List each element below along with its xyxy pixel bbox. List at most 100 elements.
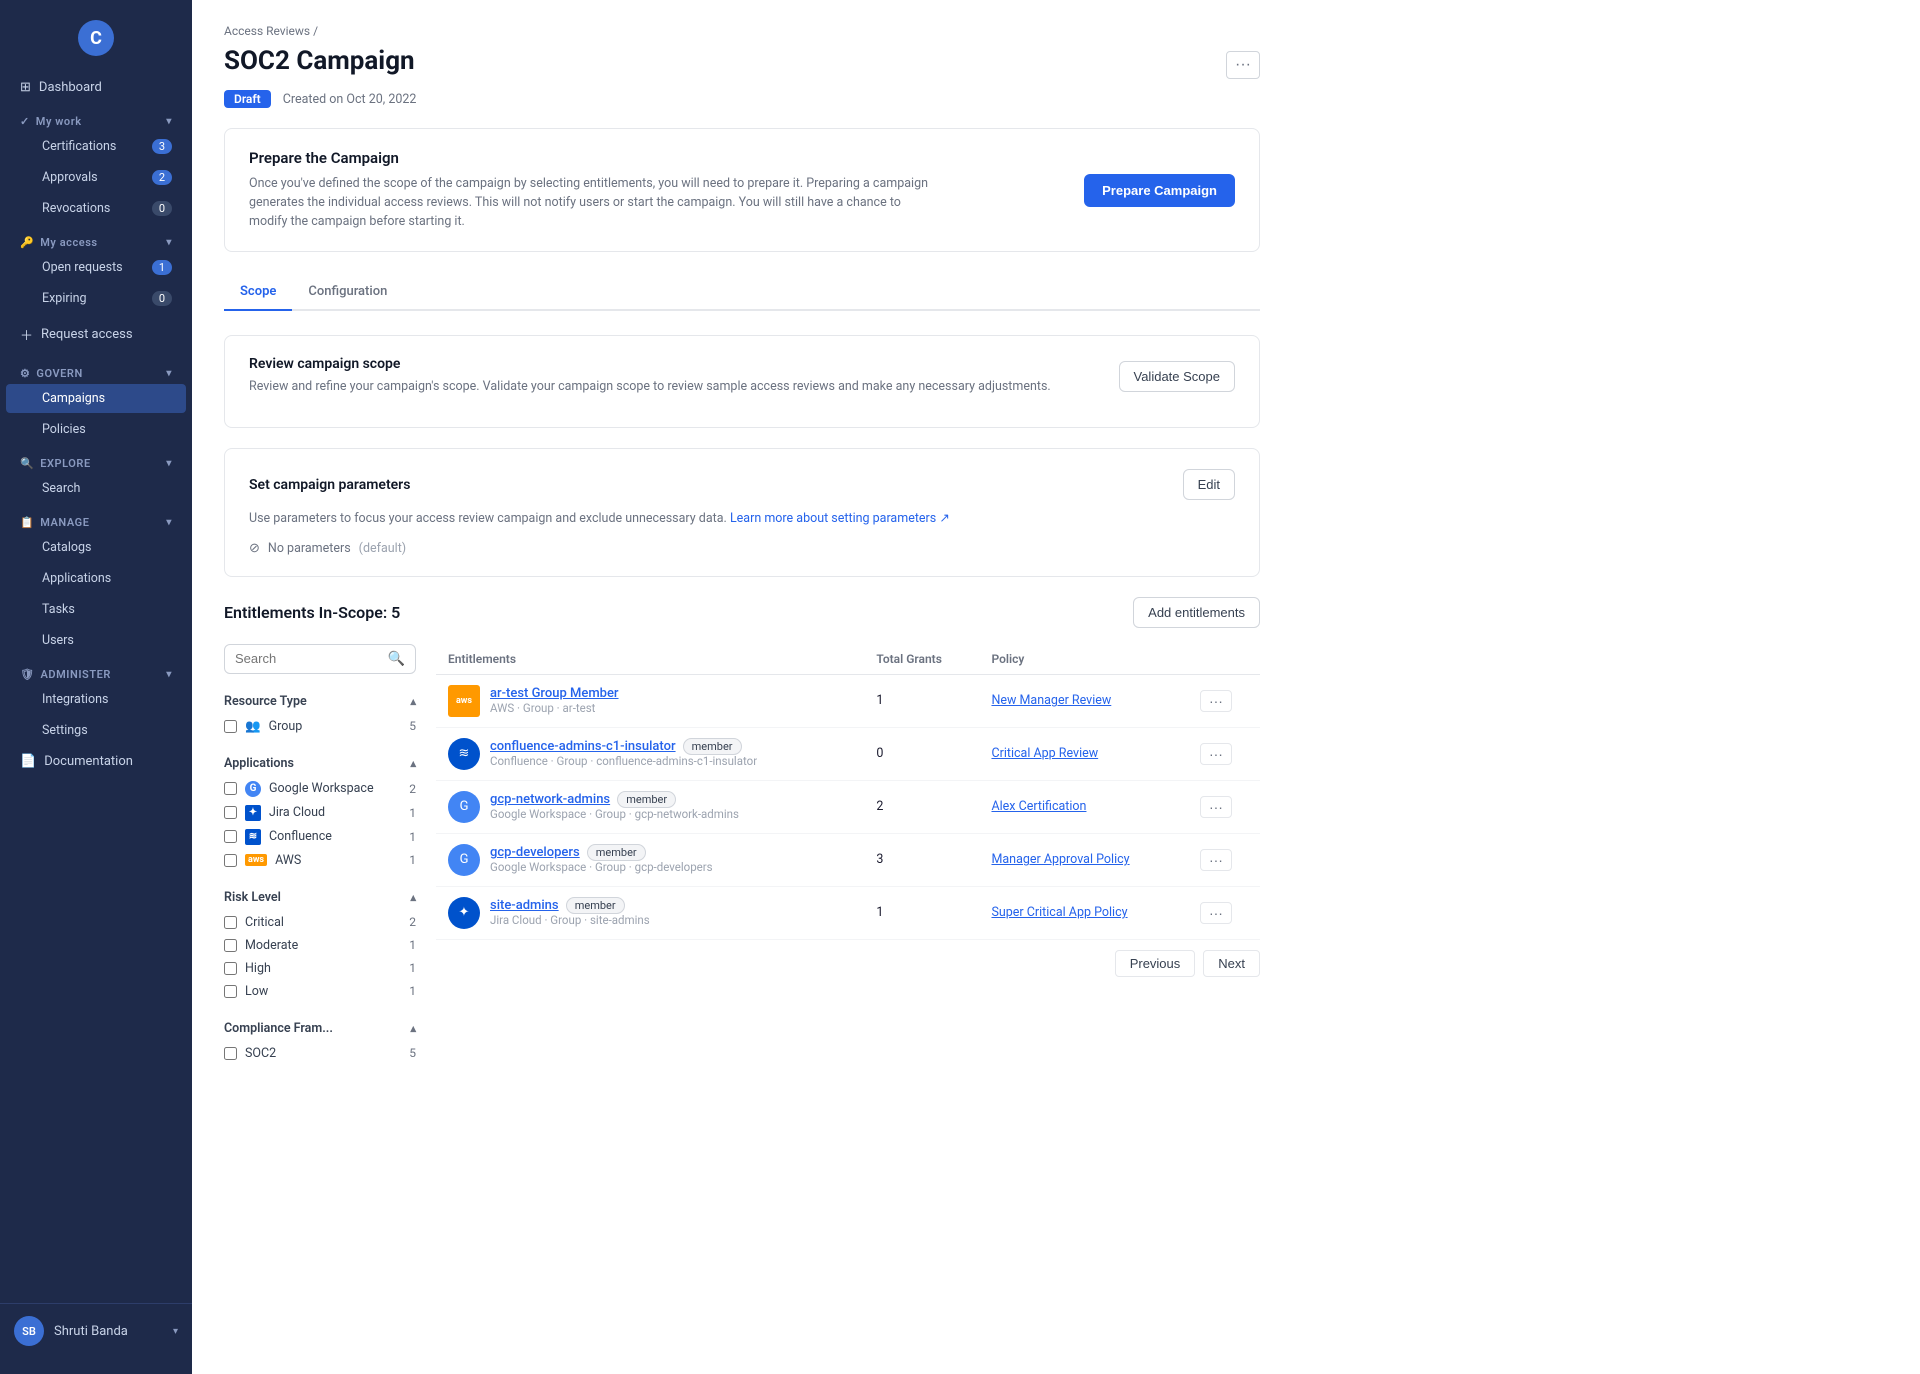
sidebar-group-manage[interactable]: 📋 MANAGE ▾ bbox=[6, 510, 186, 532]
sidebar-item-applications[interactable]: Applications bbox=[6, 564, 186, 593]
prepare-campaign-button[interactable]: Prepare Campaign bbox=[1084, 174, 1235, 207]
sidebar-group-explore[interactable]: 🔍 EXPLORE ▾ bbox=[6, 451, 186, 473]
sidebar-item-certifications[interactable]: Certifications 3 bbox=[6, 132, 186, 161]
sidebar-group-govern[interactable]: ⚙ GOVERN ▾ bbox=[6, 361, 186, 383]
user-profile[interactable]: SB Shruti Banda ▾ bbox=[0, 1303, 192, 1358]
sidebar-item-catalogs[interactable]: Catalogs bbox=[6, 533, 186, 562]
sidebar-group-my-work[interactable]: ✓ My work ▾ bbox=[6, 109, 186, 131]
policy-link[interactable]: Critical App Review bbox=[991, 746, 1098, 761]
filter-group-resource-type-header[interactable]: Resource Type ▴ bbox=[224, 688, 416, 715]
row-actions-cell: ··· bbox=[1188, 833, 1260, 886]
filter-item-jira-cloud[interactable]: ✦ Jira Cloud 1 bbox=[224, 801, 416, 825]
row-more-button[interactable]: ··· bbox=[1200, 690, 1232, 712]
filter-checkbox-low[interactable] bbox=[224, 985, 237, 998]
row-more-button[interactable]: ··· bbox=[1200, 743, 1232, 765]
tab-scope[interactable]: Scope bbox=[224, 276, 292, 311]
filter-count-jira: 1 bbox=[409, 806, 416, 820]
filter-item-label: Google Workspace bbox=[269, 781, 374, 796]
filter-item-critical[interactable]: Critical 2 bbox=[224, 911, 416, 934]
policy-link[interactable]: Manager Approval Policy bbox=[991, 852, 1129, 867]
entitlement-name[interactable]: site-admins bbox=[490, 898, 559, 913]
request-access-button[interactable]: ＋ Request access bbox=[6, 318, 186, 351]
sidebar-item-revocations[interactable]: Revocations 0 bbox=[6, 194, 186, 223]
filter-checkbox-moderate[interactable] bbox=[224, 939, 237, 952]
filter-item-aws[interactable]: aws AWS 1 bbox=[224, 849, 416, 872]
open-requests-badge: 1 bbox=[152, 260, 172, 275]
filter-group-compliance-header[interactable]: Compliance Fram... ▴ bbox=[224, 1015, 416, 1042]
filter-checkbox-aws[interactable] bbox=[224, 854, 237, 867]
policy-link[interactable]: Super Critical App Policy bbox=[991, 905, 1127, 920]
total-grants-cell: 0 bbox=[864, 727, 979, 780]
learn-more-link[interactable]: Learn more about setting parameters ↗ bbox=[730, 511, 950, 526]
page-title-row: SOC2 Campaign ··· bbox=[224, 46, 1260, 84]
filter-checkbox-soc2[interactable] bbox=[224, 1047, 237, 1060]
parameters-section: Set campaign parameters Edit Use paramet… bbox=[224, 448, 1260, 577]
filter-item-label: Critical bbox=[245, 915, 284, 930]
table-row: aws ar-test Group Member AWS · Group · a… bbox=[436, 674, 1260, 727]
filter-item-group[interactable]: 👥 Group 5 bbox=[224, 715, 416, 738]
filter-checkbox-confluence[interactable] bbox=[224, 830, 237, 843]
sidebar-group-administer[interactable]: 🛡 ADMINISTER ▾ bbox=[6, 662, 186, 684]
row-more-button[interactable]: ··· bbox=[1200, 796, 1232, 818]
filter-checkbox-google-workspace[interactable] bbox=[224, 782, 237, 795]
filter-item-moderate[interactable]: Moderate 1 bbox=[224, 934, 416, 957]
filter-group-applications-header[interactable]: Applications ▴ bbox=[224, 750, 416, 777]
entitlement-name[interactable]: confluence-admins-c1-insulator bbox=[490, 739, 676, 754]
filter-item-low[interactable]: Low 1 bbox=[224, 980, 416, 1003]
entitlement-name[interactable]: gcp-developers bbox=[490, 845, 580, 860]
filter-checkbox-high[interactable] bbox=[224, 962, 237, 975]
sidebar-item-users[interactable]: Users bbox=[6, 626, 186, 655]
resource-type-label: Resource Type bbox=[224, 694, 307, 709]
breadcrumb-parent[interactable]: Access Reviews bbox=[224, 24, 310, 38]
policy-link[interactable]: New Manager Review bbox=[991, 693, 1111, 708]
sidebar-item-settings[interactable]: Settings bbox=[6, 716, 186, 745]
chevron-up-icon-resource: ▴ bbox=[410, 695, 416, 708]
next-button[interactable]: Next bbox=[1203, 950, 1260, 977]
filter-item-high[interactable]: High 1 bbox=[224, 957, 416, 980]
sidebar-item-policies[interactable]: Policies bbox=[6, 415, 186, 444]
sidebar-item-approvals[interactable]: Approvals 2 bbox=[6, 163, 186, 192]
sidebar-item-expiring[interactable]: Expiring 0 bbox=[6, 284, 186, 313]
row-more-button[interactable]: ··· bbox=[1200, 902, 1232, 924]
entitlement-meta: Jira Cloud · Group · site-admins bbox=[490, 913, 650, 927]
sidebar-item-tasks[interactable]: Tasks bbox=[6, 595, 186, 624]
filter-item-google-workspace[interactable]: G Google Workspace 2 bbox=[224, 777, 416, 801]
filter-checkbox-group[interactable] bbox=[224, 720, 237, 733]
validate-scope-button[interactable]: Validate Scope bbox=[1119, 361, 1236, 392]
sidebar-item-integrations[interactable]: Integrations bbox=[6, 685, 186, 714]
sidebar-item-search[interactable]: Search bbox=[6, 474, 186, 503]
filter-item-soc2[interactable]: SOC2 5 bbox=[224, 1042, 416, 1065]
chevron-down-icon-6: ▾ bbox=[166, 669, 172, 680]
filter-search-box[interactable]: 🔍 bbox=[224, 644, 416, 674]
entitlement-name[interactable]: ar-test Group Member bbox=[490, 686, 619, 701]
filter-checkbox-critical[interactable] bbox=[224, 916, 237, 929]
parameters-section-header: Set campaign parameters Edit bbox=[249, 469, 1235, 500]
policy-link[interactable]: Alex Certification bbox=[991, 799, 1086, 814]
entitlements-title: Entitlements In-Scope: 5 bbox=[224, 603, 400, 622]
approvals-badge: 2 bbox=[152, 170, 172, 185]
sidebar-item-open-requests[interactable]: Open requests 1 bbox=[6, 253, 186, 282]
entitlement-icon: aws bbox=[448, 685, 480, 717]
filter-search-input[interactable] bbox=[235, 651, 382, 666]
total-grants-cell: 1 bbox=[864, 674, 979, 727]
row-more-button[interactable]: ··· bbox=[1200, 849, 1232, 871]
sidebar-item-campaigns[interactable]: Campaigns bbox=[6, 384, 186, 413]
filter-group-risk-level-header[interactable]: Risk Level ▴ bbox=[224, 884, 416, 911]
sidebar-item-dashboard[interactable]: ⊞ Dashboard bbox=[6, 73, 186, 102]
entitlement-icon: G bbox=[448, 844, 480, 876]
policy-cell: Manager Approval Policy bbox=[979, 833, 1188, 886]
filter-item-confluence[interactable]: ≋ Confluence 1 bbox=[224, 825, 416, 849]
filter-checkbox-jira[interactable] bbox=[224, 806, 237, 819]
entitlement-name[interactable]: gcp-network-admins bbox=[490, 792, 610, 807]
member-badge: member bbox=[617, 791, 676, 808]
edit-parameters-button[interactable]: Edit bbox=[1183, 469, 1235, 500]
risk-level-label: Risk Level bbox=[224, 890, 281, 905]
page-more-button[interactable]: ··· bbox=[1226, 51, 1260, 79]
tab-configuration[interactable]: Configuration bbox=[292, 276, 403, 311]
filter-count-gw: 2 bbox=[409, 782, 416, 796]
pagination-row: Previous Next bbox=[436, 940, 1260, 981]
previous-button[interactable]: Previous bbox=[1115, 950, 1196, 977]
sidebar-item-documentation[interactable]: 📄 Documentation bbox=[6, 747, 186, 776]
sidebar-group-my-access[interactable]: 🔑 My access ▾ bbox=[6, 230, 186, 252]
add-entitlements-button[interactable]: Add entitlements bbox=[1133, 597, 1260, 628]
